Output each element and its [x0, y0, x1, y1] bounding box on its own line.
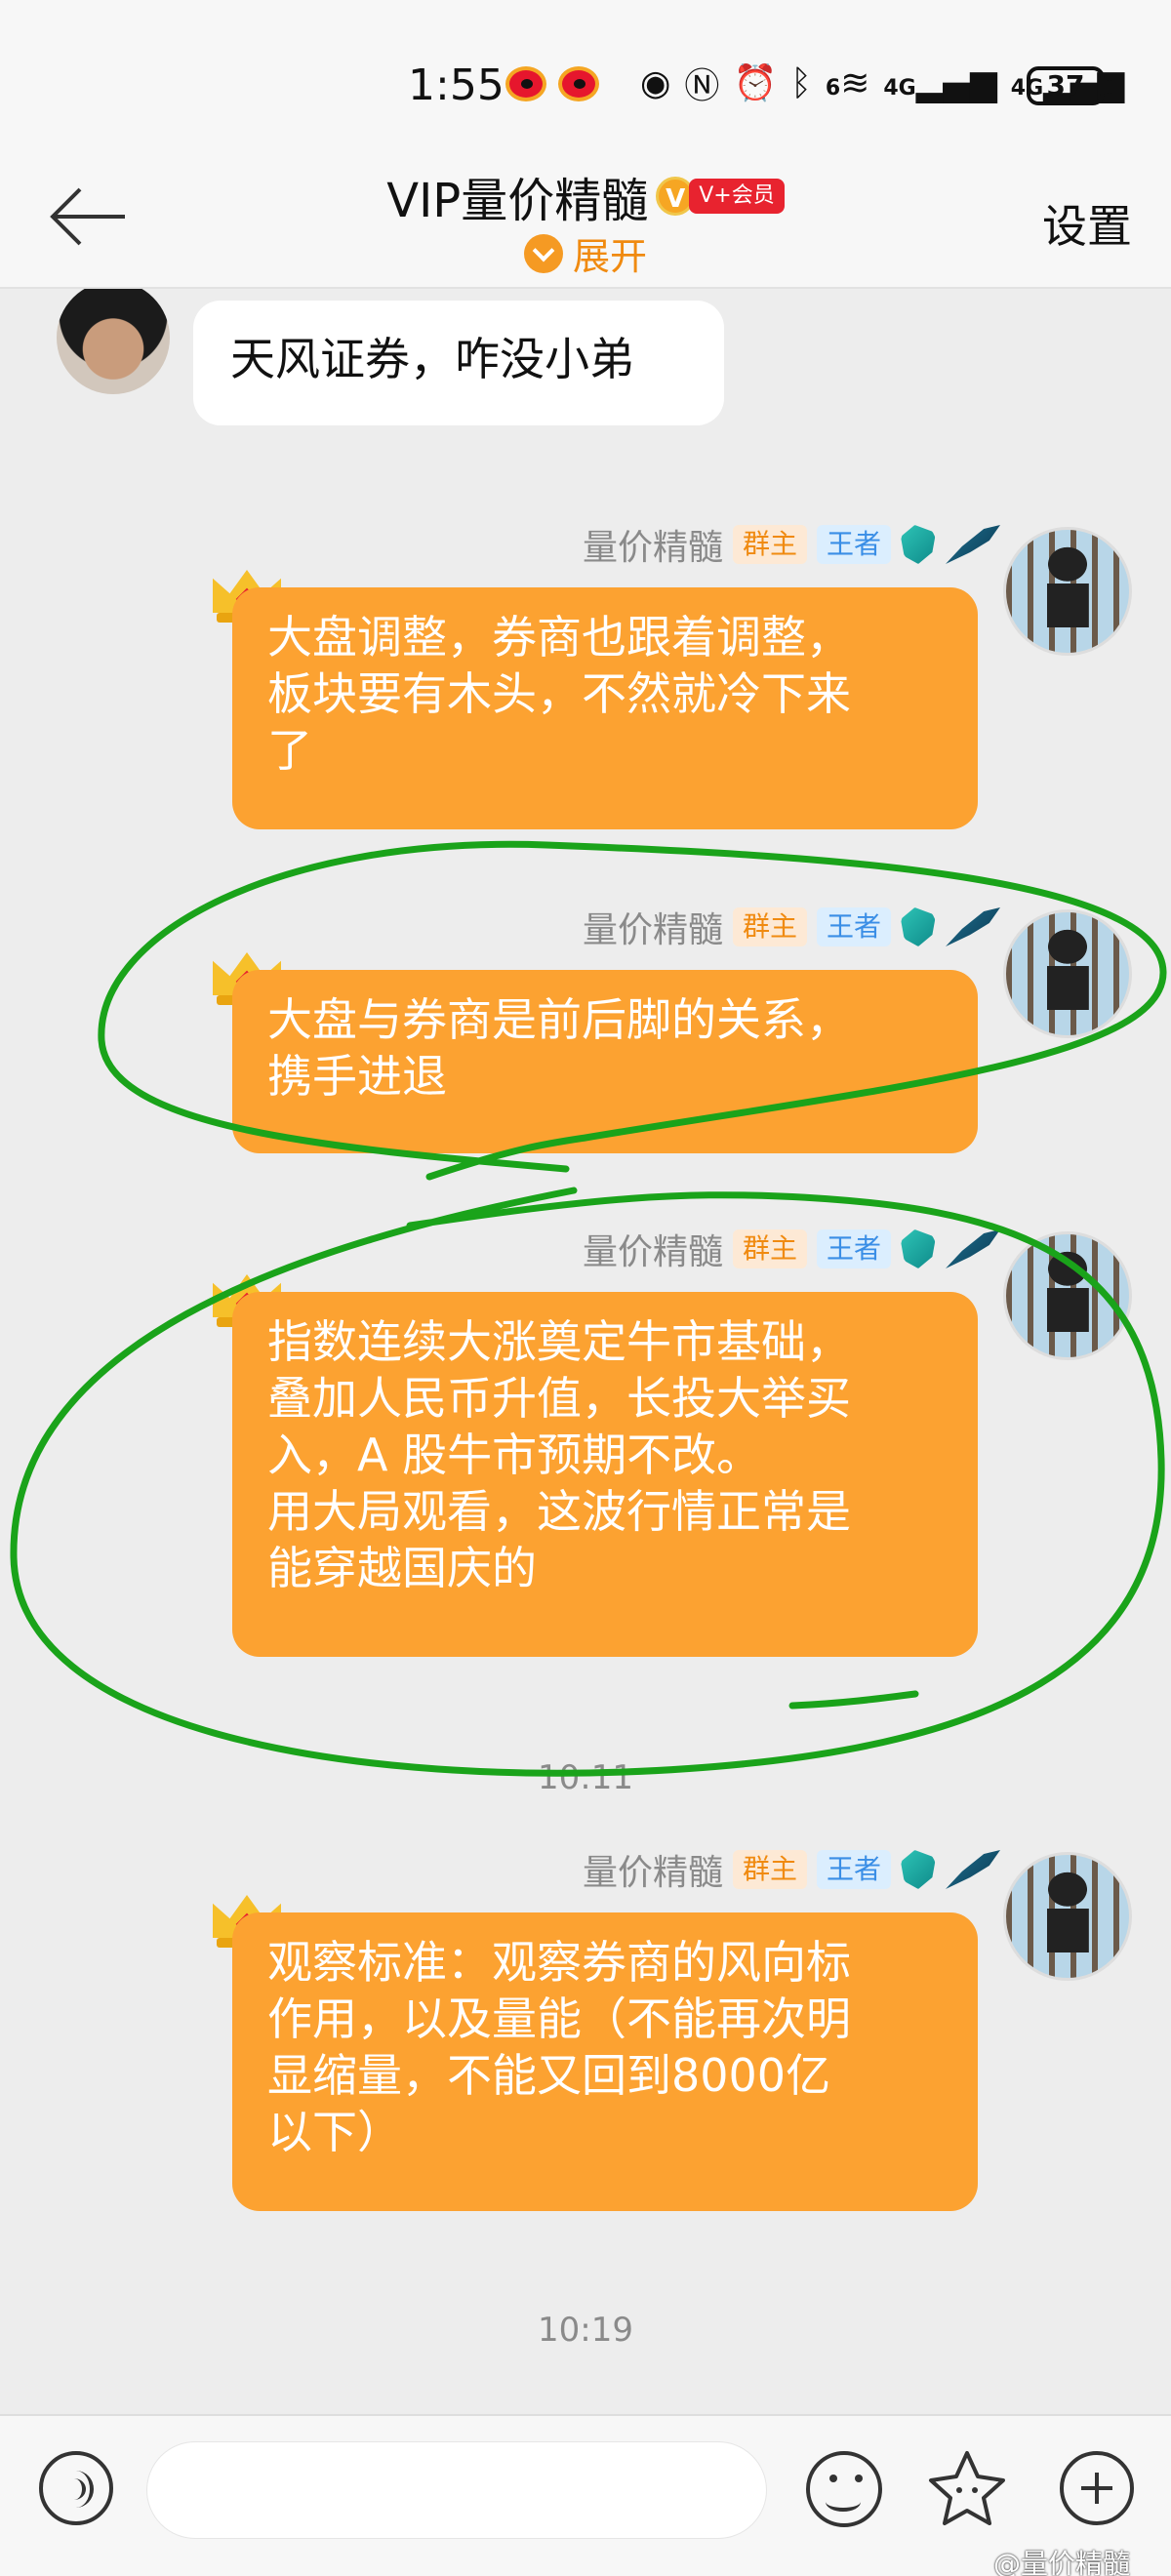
message-input[interactable] [146, 2441, 767, 2539]
vip-label: V+会员 [689, 179, 785, 214]
expand-button[interactable]: 展开 [0, 226, 1171, 280]
avatar[interactable] [1003, 527, 1132, 656]
weibo-notification-icon [505, 66, 546, 101]
status-time: 1:55 [408, 60, 505, 110]
eye-icon: ◉ [640, 62, 671, 103]
bluetooth-icon: ᛒ [790, 62, 812, 103]
title-row: VIP量价精髓 V V+会员 [0, 156, 1171, 228]
sender-row: 量价精髓 群主 王者 [583, 1848, 1000, 1893]
role-badge: 群主 [732, 907, 807, 946]
sender-row: 量价精髓 群主 王者 [583, 1228, 1000, 1272]
signal-icon: 4G▂▄▆ [883, 62, 997, 103]
bird-badge-icon [946, 525, 1000, 564]
alarm-icon: ⏰ [733, 63, 778, 103]
watermark: @量价精髓 [993, 2548, 1131, 2576]
status-bar: 1:55 ◉ Ⓝ ⏰ ᛒ 6≋ 4G▂▄▆ 4G▂▄▆ 37 [0, 0, 1171, 156]
sender-row: 量价精髓 群主 王者 [583, 523, 1000, 568]
chat-header: VIP量价精髓 V V+会员 展开 设置 [0, 156, 1171, 289]
avatar[interactable] [1003, 1852, 1132, 1981]
battery-icon: 37 [1027, 66, 1112, 105]
avatar[interactable] [57, 289, 170, 394]
settings-button[interactable]: 设置 [1042, 191, 1132, 256]
message-bubble[interactable]: 大盘与券商是前后脚的关系， 携手进退 [232, 970, 978, 1153]
avatar[interactable] [1003, 1231, 1132, 1360]
role-badge: 群主 [732, 525, 807, 564]
sender-name: 量价精髓 [582, 1853, 723, 1893]
message-bubble[interactable]: 观察标准：观察券商的风向标 作用，以及量能（不能再次明 显缩量，不能又回到800… [232, 1912, 978, 2211]
rank-badge: 王者 [816, 907, 891, 946]
message-bubble[interactable]: 指数连续大涨奠定牛市基础， 叠加人民币升值，长投大举买 入，A 股牛市预期不改。… [232, 1292, 978, 1657]
sender-row: 量价精髓 群主 王者 [583, 906, 1000, 950]
rank-badge: 王者 [816, 1850, 891, 1889]
bird-badge-icon [946, 1850, 1000, 1889]
expand-label: 展开 [572, 235, 647, 278]
chat-title[interactable]: VIP量价精髓 [386, 162, 648, 230]
timestamp: 10:19 [538, 2311, 633, 2350]
bird-badge-icon [901, 1229, 936, 1268]
sender-name: 量价精髓 [582, 910, 723, 950]
plus-icon[interactable] [1060, 2451, 1134, 2525]
message-bubble[interactable]: 大盘调整，券商也跟着调整， 板块要有木头，不然就冷下来 了 [232, 587, 978, 829]
nfc-icon: Ⓝ [684, 66, 720, 106]
message-bubble[interactable]: 天风证券，咋没小弟 [193, 301, 724, 425]
sender-name: 量价精髓 [582, 1232, 723, 1272]
emoji-icon[interactable] [806, 2451, 882, 2527]
avatar[interactable] [1003, 909, 1132, 1038]
chat-area[interactable]: 天风证券，咋没小弟 量价精髓 群主 王者 大盘调整，券商也跟着调整， 板块要有木… [0, 289, 1171, 2414]
chevron-down-icon [523, 233, 563, 273]
rank-badge: 王者 [816, 1229, 891, 1268]
role-badge: 群主 [732, 1229, 807, 1268]
sender-name: 量价精髓 [582, 528, 723, 568]
weibo-notification-icon [558, 66, 599, 101]
timestamp: 10:11 [538, 1758, 633, 1797]
bird-badge-icon [901, 1850, 936, 1889]
bird-badge-icon [901, 525, 936, 564]
bird-badge-icon [901, 907, 936, 946]
sticker-icon[interactable] [927, 2449, 1007, 2529]
bird-badge-icon [946, 1229, 1000, 1268]
wifi-icon: 6≋ [825, 62, 870, 103]
bird-badge-icon [946, 907, 1000, 946]
vip-badge: V V+会员 [656, 177, 785, 216]
role-badge: 群主 [732, 1850, 807, 1889]
voice-icon[interactable] [39, 2451, 113, 2525]
rank-badge: 王者 [816, 525, 891, 564]
